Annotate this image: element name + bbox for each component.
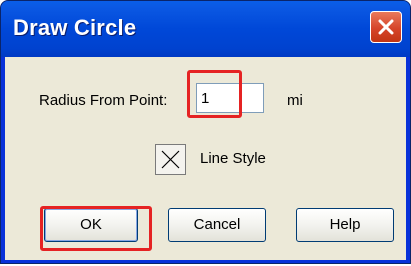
close-icon [378, 19, 394, 35]
radius-label: Radius From Point: [39, 92, 168, 109]
radius-unit-label: mi [287, 92, 303, 109]
radius-input[interactable] [196, 83, 264, 113]
x-icon [161, 150, 180, 169]
ok-button[interactable]: OK [44, 208, 138, 242]
dialog-body: Radius From Point: mi Line Style OK Canc… [5, 57, 406, 260]
help-button[interactable]: Help [296, 208, 394, 242]
draw-circle-dialog: Draw Circle Radius From Point: mi Line S… [0, 0, 411, 264]
line-style-button[interactable] [155, 144, 186, 175]
close-button[interactable] [370, 11, 402, 43]
title-bar: Draw Circle [1, 1, 410, 57]
dialog-title: Draw Circle [13, 15, 137, 40]
line-style-label: Line Style [200, 150, 266, 167]
cancel-button[interactable]: Cancel [168, 208, 266, 242]
